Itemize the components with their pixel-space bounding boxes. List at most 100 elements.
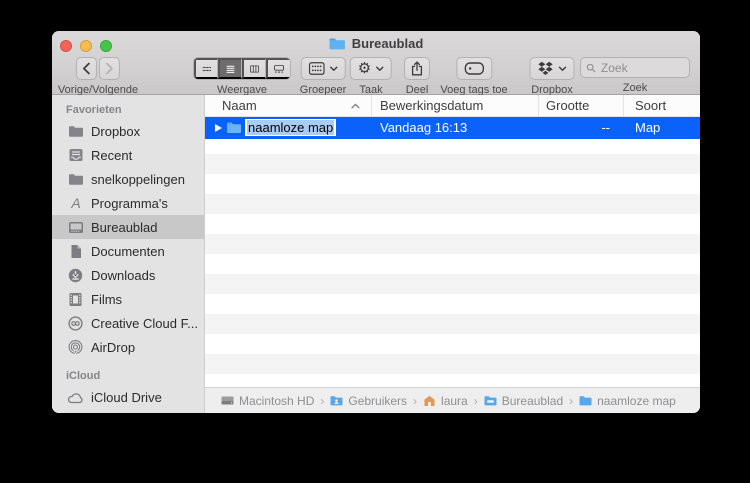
films-icon bbox=[67, 292, 84, 307]
back-button[interactable] bbox=[76, 57, 97, 80]
sidebar-item-recent[interactable]: Recent bbox=[52, 143, 204, 167]
finder-window: Bureaublad Vorige/Volgende bbox=[52, 31, 700, 413]
folder-icon bbox=[226, 121, 242, 134]
filename-edit-field[interactable]: naamloze map bbox=[245, 119, 336, 136]
close-button[interactable] bbox=[60, 40, 72, 52]
file-list-pane: Naam Bewerkingsdatum Grootte Soort naaml… bbox=[205, 95, 700, 413]
icon-view-icon bbox=[202, 63, 211, 75]
sidebar-item-dropbox[interactable]: Dropbox bbox=[52, 119, 204, 143]
gear-icon: ⚙ bbox=[358, 61, 371, 76]
column-header-kind[interactable]: Soort bbox=[635, 98, 666, 113]
column-header-modified[interactable]: Bewerkingsdatum bbox=[380, 98, 483, 113]
path-item-label: Macintosh HD bbox=[239, 394, 314, 408]
search-field[interactable] bbox=[580, 57, 690, 78]
add-tags-button[interactable] bbox=[456, 57, 492, 80]
path-item-gebruikers[interactable]: Gebruikers bbox=[330, 394, 407, 408]
folder-icon bbox=[484, 395, 497, 406]
sidebar-item-films[interactable]: Films bbox=[52, 287, 204, 311]
gallery-view-icon bbox=[274, 63, 284, 75]
disclosure-triangle-icon[interactable] bbox=[215, 124, 222, 132]
sidebar-item-documenten[interactable]: Documenten bbox=[52, 239, 204, 263]
sidebar-item-label: Dropbox bbox=[91, 124, 140, 139]
home-icon bbox=[423, 395, 436, 407]
sidebar-section-gap bbox=[52, 359, 204, 367]
column-divider[interactable] bbox=[371, 95, 372, 116]
column-header-size[interactable]: Grootte bbox=[546, 98, 589, 113]
column-view-icon bbox=[250, 63, 259, 75]
folder-icon bbox=[329, 37, 346, 50]
screenshot-stage: Bureaublad Vorige/Volgende bbox=[0, 0, 750, 483]
folder-icon bbox=[579, 395, 592, 406]
column-view-segment[interactable] bbox=[242, 58, 266, 79]
share-button[interactable] bbox=[404, 57, 430, 80]
forward-button[interactable] bbox=[99, 57, 120, 80]
document-icon bbox=[67, 244, 84, 259]
path-item-label: Bureaublad bbox=[502, 394, 563, 408]
path-item-macintosh-hd[interactable]: Macintosh HD bbox=[221, 394, 314, 408]
group-button[interactable] bbox=[300, 57, 345, 80]
sidebar-item-downloads[interactable]: Downloads bbox=[52, 263, 204, 287]
desktop-icon bbox=[67, 221, 84, 234]
window-body: Favorieten Dropbox Recent snelkoppelinge… bbox=[52, 95, 700, 413]
sidebar-item-label: AirDrop bbox=[91, 340, 135, 355]
creative-cloud-icon bbox=[67, 316, 84, 331]
sidebar-item-label: Programma's bbox=[91, 196, 168, 211]
gallery-view-segment[interactable] bbox=[266, 58, 290, 79]
path-separator: › bbox=[413, 394, 417, 408]
sidebar-item-airdrop[interactable]: AirDrop bbox=[52, 335, 204, 359]
minimize-button[interactable] bbox=[80, 40, 92, 52]
path-item-laura[interactable]: laura bbox=[423, 394, 468, 408]
search-icon bbox=[586, 62, 596, 74]
recent-icon bbox=[67, 148, 84, 162]
chevron-left-icon bbox=[82, 62, 91, 75]
chevron-down-icon bbox=[329, 66, 337, 72]
sidebar-item-programmas[interactable]: A Programma's bbox=[52, 191, 204, 215]
list-view-segment[interactable] bbox=[218, 58, 242, 79]
zoom-button[interactable] bbox=[100, 40, 112, 52]
applications-icon: A bbox=[67, 196, 84, 211]
window-title: Bureaublad bbox=[352, 36, 424, 51]
list-view-icon bbox=[226, 63, 235, 75]
action-button[interactable]: ⚙ bbox=[350, 57, 392, 80]
sidebar-item-label: Creative Cloud F... bbox=[91, 316, 198, 331]
column-header-name[interactable]: Naam bbox=[222, 98, 257, 113]
column-header-row: Naam Bewerkingsdatum Grootte Soort bbox=[205, 95, 700, 117]
path-item-bureaublad[interactable]: Bureaublad bbox=[484, 394, 563, 408]
users-folder-icon bbox=[330, 395, 343, 406]
path-item-label: Gebruikers bbox=[348, 394, 407, 408]
cell-modified: Vandaag 16:13 bbox=[380, 120, 467, 135]
cloud-icon bbox=[67, 391, 84, 404]
column-divider[interactable] bbox=[538, 95, 539, 116]
column-divider[interactable] bbox=[623, 95, 624, 116]
cell-size: -- bbox=[601, 120, 610, 135]
group-group: Groepeer bbox=[300, 57, 346, 96]
selected-file-row[interactable]: naamloze map Vandaag 16:13 -- Map bbox=[205, 117, 700, 139]
view-group: Weergave bbox=[193, 57, 291, 96]
group-grid-icon bbox=[308, 62, 324, 75]
airdrop-icon bbox=[67, 340, 84, 355]
chevron-right-icon bbox=[105, 62, 114, 75]
dropbox-icon bbox=[538, 61, 554, 76]
search-input[interactable] bbox=[599, 60, 684, 76]
sidebar-item-label: Bureaublad bbox=[91, 220, 158, 235]
sidebar-item-label: Documenten bbox=[91, 244, 165, 259]
titlebar-toolbar: Bureaublad Vorige/Volgende bbox=[52, 31, 700, 95]
sidebar-item-label: snelkoppelingen bbox=[91, 172, 185, 187]
tag-icon bbox=[464, 62, 484, 75]
chevron-down-icon bbox=[376, 66, 384, 72]
sidebar-item-label: Recent bbox=[91, 148, 132, 163]
icon-view-segment[interactable] bbox=[194, 58, 218, 79]
dropbox-button[interactable] bbox=[530, 57, 575, 80]
file-list[interactable]: naamloze map Vandaag 16:13 -- Map bbox=[205, 117, 700, 387]
path-separator: › bbox=[569, 394, 573, 408]
search-label: Zoek bbox=[623, 82, 647, 94]
sidebar-item-snelkoppelingen[interactable]: snelkoppelingen bbox=[52, 167, 204, 191]
sort-ascending-icon bbox=[351, 103, 360, 109]
cell-kind: Map bbox=[635, 120, 660, 135]
path-item-naamloze-map[interactable]: naamloze map bbox=[579, 394, 676, 408]
sidebar-item-bureaublad[interactable]: Bureaublad bbox=[52, 215, 204, 239]
nav-group: Vorige/Volgende bbox=[58, 57, 138, 96]
sidebar-item-creative-cloud[interactable]: Creative Cloud F... bbox=[52, 311, 204, 335]
traffic-lights bbox=[60, 40, 112, 52]
sidebar-item-icloud-drive[interactable]: iCloud Drive bbox=[52, 385, 204, 409]
